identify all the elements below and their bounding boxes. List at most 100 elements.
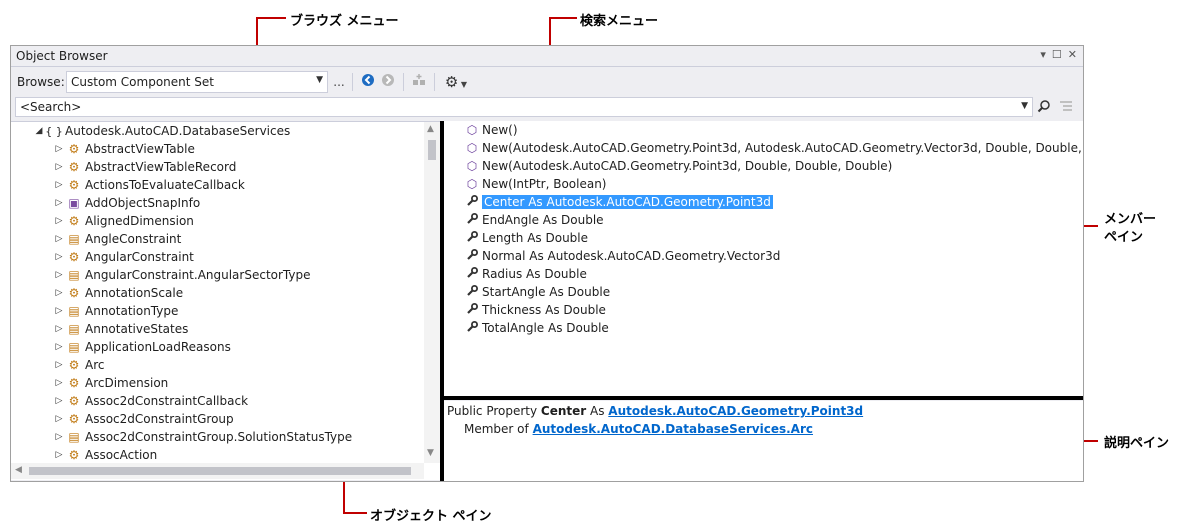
- member-item[interactable]: StartAngle As Double: [462, 283, 610, 301]
- class-icon: ⚙: [68, 376, 80, 390]
- callout-line: [343, 512, 367, 514]
- expand-icon[interactable]: ▷: [53, 360, 65, 370]
- enum-icon: ▤: [68, 340, 80, 354]
- add-reference-icon: [413, 74, 425, 85]
- vertical-scrollbar[interactable]: ▲ ▼: [424, 122, 440, 463]
- expand-icon[interactable]: ▷: [53, 414, 65, 424]
- expand-icon[interactable]: ▷: [53, 252, 65, 262]
- member-item[interactable]: ⬡ New(Autodesk.AutoCAD.Geometry.Point3d, …: [462, 139, 1083, 157]
- expand-icon[interactable]: ▷: [53, 324, 65, 334]
- member-pane[interactable]: ⬡ New() ⬡ New(Autodesk.AutoCAD.Geometry.Poi…: [444, 121, 1083, 396]
- member-item[interactable]: Length As Double: [462, 229, 588, 247]
- object-pane[interactable]: ◢ { } Autodesk.AutoCAD.DatabaseServices …: [11, 121, 441, 480]
- maximize-icon[interactable]: ☐: [1052, 48, 1062, 61]
- class-icon: ⚙: [68, 214, 80, 228]
- scroll-thumb[interactable]: [428, 140, 436, 160]
- tree-item[interactable]: ▷ ▤ Assoc2dConstraintGroup.SolutionStatusT…: [53, 428, 353, 446]
- class-icon: ⚙: [68, 358, 80, 372]
- tree-item[interactable]: ▷ ⚙ ArcDimension: [53, 374, 169, 392]
- tree-item[interactable]: ▷ ⚙ AbstractViewTableRecord: [53, 158, 237, 176]
- expand-icon[interactable]: ▷: [53, 378, 65, 388]
- tree-item-label: AnnotationScale: [85, 286, 184, 300]
- toolbar-separator: [434, 73, 435, 91]
- member-of-text: Member of: [464, 422, 533, 436]
- add-reference-button[interactable]: [409, 73, 429, 91]
- tree-item[interactable]: ▷ ⚙ AngularConstraint: [53, 248, 194, 266]
- expand-icon[interactable]: ▷: [53, 144, 65, 154]
- member-item[interactable]: Radius As Double: [462, 265, 587, 283]
- member-of-link[interactable]: Autodesk.AutoCAD.DatabaseServices.Arc: [533, 422, 813, 436]
- member-item[interactable]: Center As Autodesk.AutoCAD.Geometry.Poin…: [462, 193, 773, 211]
- tree-item-label: AbstractViewTable: [85, 142, 195, 156]
- member-item-label: Thickness As Double: [482, 303, 606, 317]
- pane-divider-horizontal[interactable]: [444, 396, 1083, 400]
- tree-item[interactable]: ▷ ⚙ Arc: [53, 356, 105, 374]
- back-button[interactable]: [360, 73, 376, 91]
- search-input[interactable]: <Search> ▼: [15, 97, 1033, 117]
- expand-icon[interactable]: ▷: [53, 432, 65, 442]
- member-pane-callout-line2: ペイン: [1104, 230, 1144, 245]
- expand-icon[interactable]: ▷: [53, 342, 65, 352]
- description-pane-callout: 説明ペイン: [1104, 436, 1170, 451]
- tree-item[interactable]: ▷ ⚙ AbstractViewTable: [53, 140, 195, 158]
- enum-icon: ▤: [68, 430, 80, 444]
- expand-icon[interactable]: ▷: [53, 270, 65, 280]
- close-icon[interactable]: ✕: [1068, 48, 1077, 61]
- scroll-left-icon[interactable]: ◀: [15, 465, 22, 475]
- expand-icon[interactable]: ▷: [53, 216, 65, 226]
- tree-item[interactable]: ▷ ▤ AnnotativeStates: [53, 320, 189, 338]
- tree-item[interactable]: ▷ ⚙ ActionsToEvaluateCallback: [53, 176, 245, 194]
- tree-item[interactable]: ▷ ⚙ AssocAction: [53, 446, 158, 464]
- tree-item-label: AbstractViewTableRecord: [85, 160, 237, 174]
- expand-icon[interactable]: ▷: [53, 288, 65, 298]
- expand-icon[interactable]: ▷: [53, 450, 65, 460]
- tree-item[interactable]: ▷ ▤ AngleConstraint: [53, 230, 182, 248]
- type-link[interactable]: Autodesk.AutoCAD.Geometry.Point3d: [608, 404, 863, 418]
- tree-item[interactable]: ▷ ▤ ApplicationLoadReasons: [53, 338, 231, 356]
- property-icon: [462, 320, 482, 336]
- forward-button[interactable]: [380, 73, 396, 91]
- scroll-up-icon[interactable]: ▲: [427, 124, 434, 134]
- title-bar: Object Browser ▾ ☐ ✕: [11, 46, 1083, 67]
- collapse-icon[interactable]: ◢: [33, 126, 45, 136]
- member-item[interactable]: Normal As Autodesk.AutoCAD.Geometry.Vect…: [462, 247, 780, 265]
- description-as: As: [586, 404, 609, 418]
- expand-icon[interactable]: ▷: [53, 180, 65, 190]
- expand-icon[interactable]: ▷: [53, 198, 65, 208]
- browse-label: Browse:: [17, 75, 65, 89]
- dropdown-icon[interactable]: ▾: [1040, 48, 1046, 61]
- tree-item[interactable]: ▷ ▤ AnnotationType: [53, 302, 179, 320]
- tree-item[interactable]: ▷ ⚙ AnnotationScale: [53, 284, 184, 302]
- browse-ellipsis-button[interactable]: ...: [332, 73, 346, 91]
- expand-icon[interactable]: ▷: [53, 162, 65, 172]
- tree-item[interactable]: ▷ ⚙ Assoc2dConstraintGroup: [53, 410, 234, 428]
- expand-icon[interactable]: ▷: [53, 306, 65, 316]
- browse-dropdown[interactable]: Custom Component Set ▼: [66, 71, 328, 93]
- tree-root[interactable]: ◢ { } Autodesk.AutoCAD.DatabaseServices: [33, 122, 291, 140]
- method-icon: ⬡: [466, 123, 478, 137]
- member-item[interactable]: ⬡ New(Autodesk.AutoCAD.Geometry.Point3d, …: [462, 157, 893, 175]
- member-item[interactable]: TotalAngle As Double: [462, 319, 609, 337]
- tree-item[interactable]: ▷ ▤ AngularConstraint.AngularSectorType: [53, 266, 311, 284]
- scroll-down-icon[interactable]: ▼: [427, 448, 434, 458]
- member-item[interactable]: Thickness As Double: [462, 301, 606, 319]
- member-item[interactable]: EndAngle As Double: [462, 211, 604, 229]
- search-icon[interactable]: [1037, 99, 1051, 116]
- tree-item-label: Assoc2dConstraintCallback: [85, 394, 249, 408]
- member-item-label: New(Autodesk.AutoCAD.Geometry.Point3d, D…: [482, 159, 893, 173]
- clear-search-icon[interactable]: [1059, 99, 1073, 116]
- tree-item[interactable]: ▷ ⚙ Assoc2dConstraintCallback: [53, 392, 249, 410]
- member-item[interactable]: ⬡ New(IntPtr, Boolean): [462, 175, 607, 193]
- member-item[interactable]: ⬡ New(): [462, 121, 518, 139]
- horizontal-scrollbar[interactable]: ◀: [11, 463, 424, 479]
- expand-icon[interactable]: ▷: [53, 396, 65, 406]
- settings-button[interactable]: ⚙ ▼: [441, 73, 471, 91]
- tree-item[interactable]: ▷ ⚙ AlignedDimension: [53, 212, 194, 230]
- tree-item[interactable]: ▷ ▣ AddObjectSnapInfo: [53, 194, 201, 212]
- expand-icon[interactable]: ▷: [53, 234, 65, 244]
- toolbar-separator: [403, 73, 404, 91]
- forward-arrow-icon: [382, 74, 394, 86]
- class-icon: ⚙: [68, 250, 80, 264]
- hscroll-thumb[interactable]: [29, 467, 411, 475]
- tree-item-label: Assoc2dConstraintGroup: [85, 412, 234, 426]
